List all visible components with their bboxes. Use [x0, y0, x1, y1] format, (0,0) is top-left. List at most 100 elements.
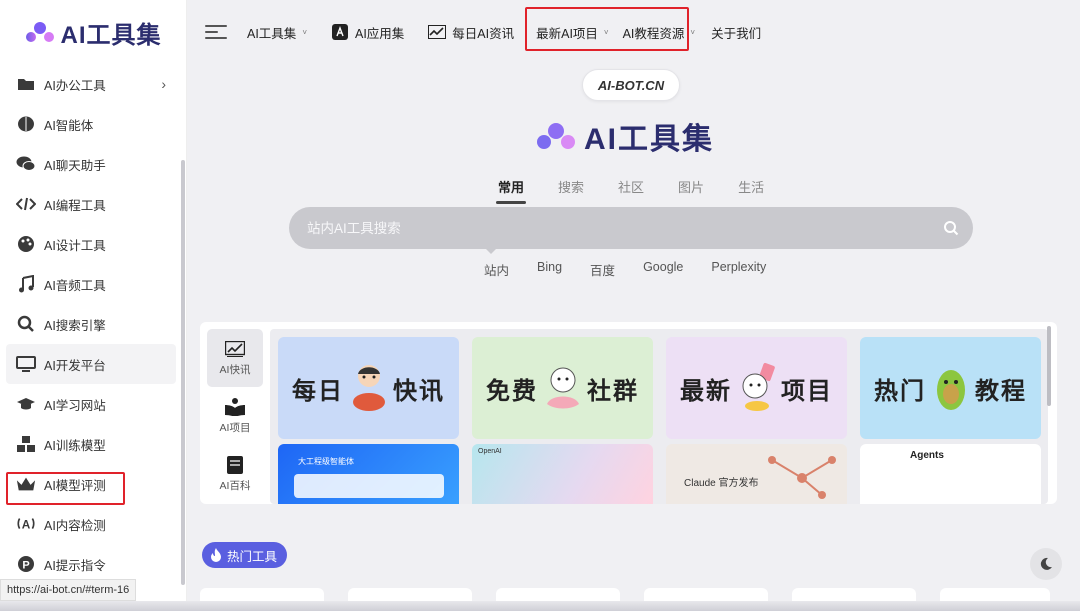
- sidebar-item-agent[interactable]: AI智能体: [0, 104, 186, 144]
- tab-images[interactable]: 图片: [678, 177, 704, 204]
- preview-card-title: OpenAI: [478, 448, 502, 455]
- chevron-down-icon: ˅: [603, 27, 609, 37]
- preview-card-3[interactable]: Claude 官方发布: [666, 444, 847, 504]
- theme-toggle-button[interactable]: [1030, 548, 1062, 580]
- cards-area: 每日 快讯 免费 社群 最新 项目 热门 教程 大工程级智能体 OpenAI C…: [270, 329, 1048, 504]
- preview-card-title: Claude 官方发布: [684, 478, 759, 489]
- sidebar-item-code[interactable]: AI编程工具: [0, 184, 186, 224]
- app-store-icon: [331, 23, 349, 41]
- hot-tools-badge[interactable]: 热门工具: [202, 542, 288, 568]
- sidebar-item-label: AI训练模型: [44, 438, 106, 453]
- search-input[interactable]: [307, 220, 907, 236]
- sidebar-item-label: AI音频工具: [44, 278, 106, 293]
- panel-scrollbar[interactable]: [1047, 326, 1051, 406]
- folder-icon: [16, 74, 36, 94]
- logo-mark-icon: [25, 22, 54, 42]
- topnav-ai-apps[interactable]: AI应用集: [331, 23, 404, 42]
- code-icon: [16, 194, 36, 214]
- tab-life[interactable]: 生活: [738, 177, 764, 204]
- sidebar-item-label: AI编程工具: [44, 198, 106, 213]
- sidebar-item-dev-platform[interactable]: AI开发平台: [6, 344, 176, 384]
- engine-baidu[interactable]: 百度: [590, 260, 615, 279]
- sidebar-item-chat[interactable]: AI聊天助手: [0, 144, 186, 184]
- topnav-latest-projects[interactable]: 最新AI项目 ˅: [536, 23, 608, 42]
- logo-text: AI工具集: [60, 21, 162, 49]
- tab-search[interactable]: 搜索: [558, 177, 584, 204]
- sidebar-item-label: AI设计工具: [44, 238, 106, 253]
- preview-card-1[interactable]: 大工程级智能体: [278, 444, 459, 504]
- menu-toggle-icon[interactable]: [205, 25, 227, 39]
- topnav-ai-tools[interactable]: AI工具集 ˅: [247, 23, 307, 42]
- graduation-cap-icon: [16, 394, 36, 414]
- panel-tab-label: AI百科: [219, 479, 251, 492]
- sidebar-item-prompts[interactable]: P AI提示指令: [0, 544, 186, 584]
- sidebar-nav: AI办公工具 › AI智能体 AI聊天助手 AI编程工具 AI设计工具 AI音频…: [0, 64, 186, 604]
- preview-card-4[interactable]: Agents: [860, 444, 1041, 504]
- svg-text:P: P: [22, 560, 29, 572]
- tab-common[interactable]: 常用: [495, 177, 527, 204]
- music-note-icon: [16, 274, 36, 294]
- sidebar-item-design[interactable]: AI设计工具: [0, 224, 186, 264]
- sidebar-item-model-eval[interactable]: AI模型评测: [0, 464, 186, 504]
- engine-pointer: [484, 247, 498, 254]
- card-label-left: 免费: [486, 377, 538, 405]
- engine-google[interactable]: Google: [643, 260, 683, 279]
- sidebar-item-office[interactable]: AI办公工具 ›: [0, 64, 186, 104]
- card-daily-news[interactable]: 每日 快讯: [278, 337, 459, 439]
- boy-with-fish-icon: [352, 365, 385, 411]
- preview-card-2[interactable]: OpenAI: [472, 444, 653, 504]
- engine-perplexity[interactable]: Perplexity: [711, 260, 766, 279]
- sidebar-item-search-engine[interactable]: AI搜索引擎: [0, 304, 186, 344]
- card-free-community[interactable]: 免费 社群: [472, 337, 653, 439]
- topnav-tutorials[interactable]: AI教程资源 ˅: [623, 23, 695, 42]
- search-tabs: 常用 搜索 社区 图片 生活: [495, 177, 764, 204]
- hero-title: AI工具集: [584, 123, 714, 156]
- topnav-daily-news[interactable]: 每日AI资讯: [428, 23, 514, 42]
- site-logo[interactable]: AI工具集: [0, 0, 186, 64]
- panel-tab-news[interactable]: AI快讯: [207, 329, 263, 387]
- engine-bing[interactable]: Bing: [537, 260, 562, 279]
- sidebar-item-label: AI开发平台: [44, 358, 106, 373]
- hero-logo: AI工具集: [536, 114, 714, 158]
- card-label-right: 教程: [975, 377, 1027, 405]
- card-label-right: 社群: [587, 377, 639, 405]
- sidebar-item-label: AI智能体: [44, 118, 94, 133]
- engine-site[interactable]: 站内: [484, 260, 509, 279]
- panel-tabs: AI快讯 AI项目 AI百科: [207, 329, 263, 503]
- card-label-left: 最新: [680, 377, 732, 405]
- topnav-about[interactable]: 关于我们: [711, 23, 761, 42]
- card-hot-tutorials[interactable]: 热门 教程: [860, 337, 1041, 439]
- card-label-right: 项目: [781, 377, 833, 405]
- card-label-right: 快讯: [393, 377, 445, 405]
- book-icon: [224, 455, 246, 474]
- search-icon[interactable]: [943, 220, 959, 236]
- p-circle-icon: P: [16, 554, 36, 574]
- sidebar-item-label: AI内容检测: [44, 518, 106, 533]
- sidebar: AI工具集 AI办公工具 › AI智能体 AI聊天助手 AI编程工具 AI设计工…: [0, 0, 187, 611]
- preview-card-title: 大工程级智能体: [298, 457, 354, 466]
- chevron-down-icon: ˅: [302, 27, 307, 37]
- flame-icon: [211, 548, 221, 562]
- bottom-strip: [0, 601, 1080, 611]
- sidebar-item-learning[interactable]: AI学习网站: [0, 384, 186, 424]
- tab-community[interactable]: 社区: [618, 177, 644, 204]
- sidebar-item-audio[interactable]: AI音频工具: [0, 264, 186, 304]
- chart-line-icon: [224, 340, 246, 358]
- sidebar-item-label: AI学习网站: [44, 398, 106, 413]
- palette-icon: [16, 234, 36, 254]
- svg-text:A: A: [22, 518, 31, 532]
- search-engines: 站内 Bing 百度 Google Perplexity: [484, 260, 766, 279]
- monitor-icon: [16, 354, 36, 374]
- chevron-right-icon: ›: [161, 76, 166, 92]
- chevron-down-icon: ˅: [690, 27, 696, 37]
- panel-tab-projects[interactable]: AI项目: [207, 387, 263, 445]
- sidebar-item-detection[interactable]: A AI内容检测: [0, 504, 186, 544]
- moon-icon: [1040, 557, 1052, 570]
- panel-tab-label: AI项目: [219, 421, 251, 434]
- panel-tab-wiki[interactable]: AI百科: [207, 445, 263, 503]
- card-latest-projects[interactable]: 最新 项目: [666, 337, 847, 439]
- topnav-label: 最新AI项目: [536, 26, 598, 41]
- sidebar-scrollbar[interactable]: [181, 160, 185, 585]
- domain-badge: AI-BOT.CN: [582, 69, 680, 101]
- sidebar-item-training[interactable]: AI训练模型: [0, 424, 186, 464]
